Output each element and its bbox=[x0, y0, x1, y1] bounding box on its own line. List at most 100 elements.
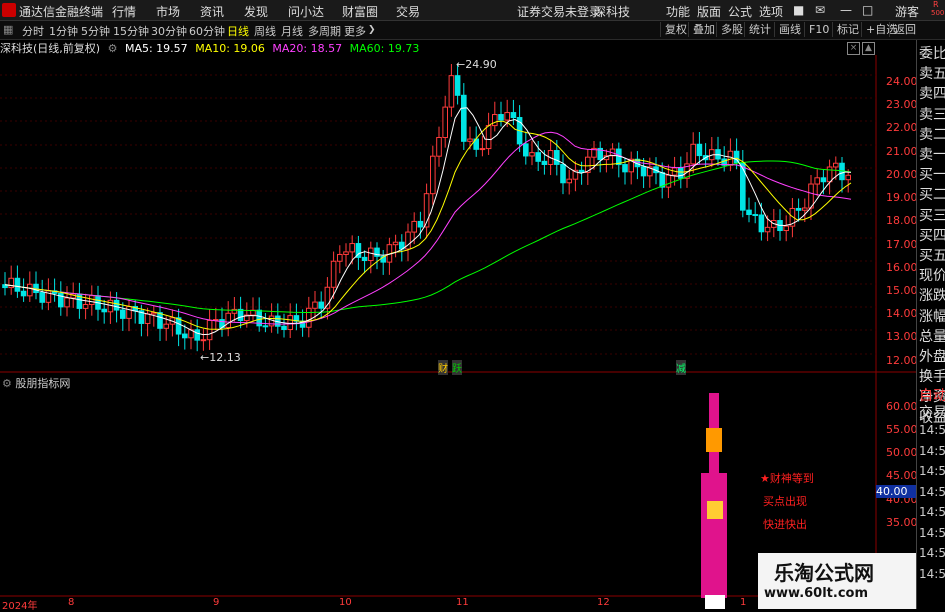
candle-body bbox=[479, 148, 486, 151]
candle-body bbox=[262, 325, 269, 328]
minimize-icon[interactable]: — bbox=[840, 3, 852, 17]
candle-body bbox=[485, 125, 492, 150]
settings-icon[interactable]: ⚙ bbox=[108, 42, 118, 55]
guest-label[interactable]: 游客 bbox=[895, 3, 919, 20]
price-tick: 21.00 bbox=[886, 145, 918, 158]
candle-body bbox=[237, 308, 244, 322]
grid-icon[interactable]: ▦ bbox=[3, 23, 13, 36]
signal-wealth: ★财神等到 bbox=[760, 472, 814, 485]
indicator-bar-white bbox=[705, 595, 725, 609]
menu-item-ask[interactable]: 问小达 bbox=[288, 3, 324, 20]
candle-body bbox=[504, 112, 510, 121]
menu-item-market[interactable]: 市场 bbox=[156, 3, 180, 20]
period-5min[interactable]: 5分钟 bbox=[81, 23, 110, 39]
close-icon[interactable]: × bbox=[847, 42, 860, 55]
period-more[interactable]: 更多 bbox=[344, 23, 366, 39]
side-item[interactable]: 涨幅 bbox=[919, 306, 945, 326]
side-item[interactable]: 买五 bbox=[919, 245, 945, 265]
tool-overlay[interactable]: 叠加 bbox=[688, 22, 719, 37]
indicator-tick: 55.00 bbox=[886, 423, 918, 436]
expand-icon[interactable]: ▲ bbox=[862, 42, 875, 55]
tool-f10[interactable]: F10 bbox=[804, 22, 833, 37]
chevron-right-icon[interactable]: ❯ bbox=[368, 25, 376, 35]
side-item[interactable]: 涨跌 bbox=[919, 285, 945, 305]
settings-icon[interactable]: ⚙ bbox=[2, 377, 12, 390]
candle-body bbox=[430, 155, 436, 195]
candle-body bbox=[820, 177, 827, 183]
side-item[interactable]: 买四 bbox=[919, 225, 945, 245]
side-item[interactable]: 现价 bbox=[919, 265, 945, 285]
side-item[interactable]: 买三 bbox=[919, 205, 945, 225]
tool-adjust[interactable]: 复权 bbox=[660, 22, 691, 37]
side-item[interactable]: 卖四 bbox=[919, 83, 945, 103]
candle-body bbox=[535, 152, 542, 162]
tool-back[interactable]: 返回 bbox=[889, 22, 920, 37]
profile-icon[interactable]: ■ bbox=[793, 3, 804, 17]
side-item[interactable]: 总量 bbox=[919, 326, 945, 346]
maximize-icon[interactable]: □ bbox=[862, 3, 873, 17]
period-60min[interactable]: 60分钟 bbox=[189, 23, 225, 39]
watermark: 乐淘公式网 www.60lt.com bbox=[758, 553, 916, 609]
side-item[interactable]: 卖二 bbox=[919, 124, 945, 144]
side-item[interactable]: 卖三 bbox=[919, 104, 945, 124]
menu-item-news[interactable]: 资讯 bbox=[200, 3, 224, 20]
side-item[interactable]: 买二 bbox=[919, 184, 945, 204]
menu-formula[interactable]: 公式 bbox=[728, 3, 752, 20]
period-15min[interactable]: 15分钟 bbox=[113, 23, 149, 39]
tool-mark[interactable]: 标记 bbox=[832, 22, 863, 37]
signal-quick: 快进快出 bbox=[763, 518, 807, 531]
tool-multi[interactable]: 多股 bbox=[716, 22, 747, 37]
menu-item-quotes[interactable]: 行情 bbox=[112, 3, 136, 20]
candle-body bbox=[622, 164, 628, 173]
candle-body bbox=[814, 177, 821, 185]
event-mark-1[interactable]: 财 bbox=[438, 360, 448, 375]
x-axis-sep: 9 bbox=[213, 597, 220, 608]
menu-item-discover[interactable]: 发现 bbox=[244, 3, 268, 20]
period-bar: ▦ 分时 1分钟 5分钟 15分钟 30分钟 60分钟 日线 周线 月线 多周期… bbox=[0, 21, 945, 40]
mail-icon[interactable]: ✉ bbox=[815, 3, 825, 17]
candle-body bbox=[411, 220, 417, 233]
candle-body bbox=[281, 325, 287, 331]
side-time: 14:56 bbox=[919, 464, 945, 478]
side-item[interactable]: 卖一 bbox=[919, 144, 945, 164]
menu-item-wealth[interactable]: 财富圈 bbox=[342, 3, 378, 20]
candle-body bbox=[696, 143, 703, 157]
tool-stats[interactable]: 统计 bbox=[744, 22, 775, 37]
side-item[interactable]: 买一 bbox=[919, 164, 945, 184]
candle-body bbox=[740, 162, 746, 211]
x-axis-jan: 1 bbox=[740, 597, 747, 608]
x-axis-year: 2024年 bbox=[2, 601, 38, 612]
event-mark-2[interactable]: 跃 bbox=[452, 360, 462, 375]
menu-options[interactable]: 选项 bbox=[759, 3, 783, 20]
period-30min[interactable]: 30分钟 bbox=[151, 23, 187, 39]
candle-body bbox=[39, 292, 46, 303]
menu-item-trade[interactable]: 交易 bbox=[396, 3, 420, 20]
candle-body bbox=[826, 166, 833, 183]
side-item[interactable]: 委比 bbox=[919, 43, 945, 63]
period-weekly[interactable]: 周线 bbox=[254, 23, 276, 39]
candle-body bbox=[690, 143, 697, 165]
x-axis-oct: 10 bbox=[339, 597, 352, 608]
high-label: ←24.90 bbox=[456, 58, 497, 71]
period-daily[interactable]: 日线 bbox=[227, 23, 249, 39]
r-number: 500 bbox=[931, 9, 945, 17]
side-trade[interactable]: 交易 bbox=[919, 402, 945, 422]
candle-body bbox=[845, 174, 852, 181]
event-mark-3[interactable]: 减 bbox=[676, 360, 686, 375]
period-intraday[interactable]: 分时 bbox=[22, 23, 44, 39]
side-item[interactable]: 卖五 bbox=[919, 63, 945, 83]
candle-body bbox=[82, 304, 89, 309]
period-multi[interactable]: 多周期 bbox=[308, 23, 341, 39]
menu-layout[interactable]: 版面 bbox=[697, 3, 721, 20]
menu-function[interactable]: 功能 bbox=[666, 3, 690, 20]
ma5-value: MA5: 19.57 bbox=[124, 42, 188, 55]
side-item[interactable]: 换手 bbox=[919, 366, 945, 386]
tool-draw[interactable]: 画线 bbox=[774, 22, 805, 37]
stock-label: 深科技(日线,前复权) bbox=[0, 42, 101, 55]
side-item[interactable]: 外盘 bbox=[919, 346, 945, 366]
period-monthly[interactable]: 月线 bbox=[281, 23, 303, 39]
login-notice[interactable]: 证券交易未登录 bbox=[517, 3, 601, 20]
period-1min[interactable]: 1分钟 bbox=[49, 23, 78, 39]
candle-body bbox=[492, 114, 498, 127]
ma20-value: MA20: 18.57 bbox=[272, 42, 343, 55]
